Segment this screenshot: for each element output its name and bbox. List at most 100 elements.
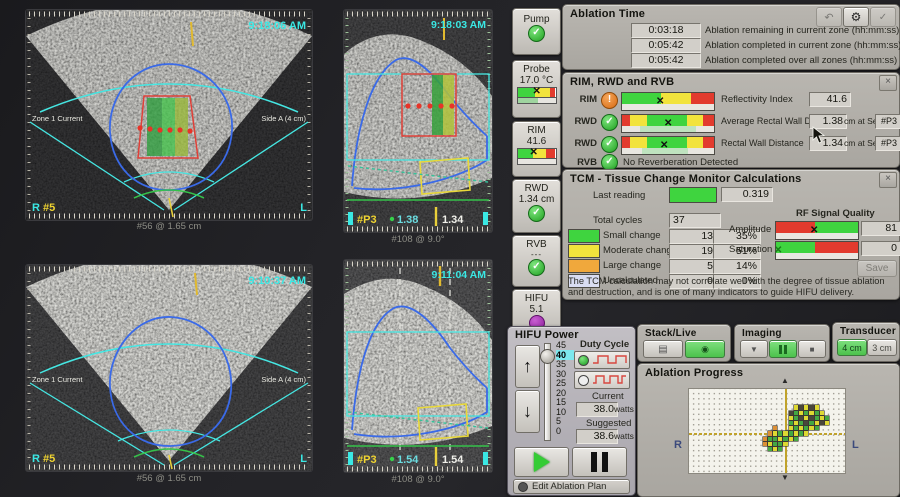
check-icon: ✓ [601,136,618,153]
distance-dot [390,457,394,461]
large-change-label: Large change [603,260,661,271]
rwd-row-label: RWD [567,138,597,149]
rim-range-bar: ✕ [517,148,557,159]
edit-ablation-plan-label: Edit Ablation Plan [532,481,606,492]
ablation-cell [794,437,798,441]
close-icon[interactable]: × [879,75,897,91]
ablation-cell [799,426,803,430]
tick-25: 25 [556,378,574,388]
hifu-version: 5.1 [513,304,560,315]
rwd-avg-row-label: RWD [567,116,597,127]
large-change-count: 5 [669,259,717,274]
timestamp: 9:10:37 AM [248,275,306,287]
hifu-power-panel: HIFU Power ↑ ↓ 45 40 35 30 25 20 15 10 5… [507,326,636,496]
rim-status-button[interactable]: RIM 41.6 ✕ [512,121,561,177]
ablation-cell [768,431,772,435]
time-completed-all-value: 0:05:42 [631,53,701,68]
imaging-pause-button[interactable] [769,340,797,358]
rwd-label: RWD [513,183,560,194]
ablation-cell [778,437,782,441]
pause-icon [591,452,608,472]
time-completed-all-label: Ablation completed over all zones (hh:mm… [705,55,897,66]
ablation-cell [783,442,787,446]
suggested-watts-unit: watts [614,431,634,441]
ablation-cell [789,426,793,430]
rf-signal-quality-title: RF Signal Quality [796,208,875,219]
ablation-cell [768,437,772,441]
stack-mode-button[interactable]: ▤ [643,340,683,358]
stop-icon: ■ [810,345,815,354]
transducer-4cm-button[interactable]: 4 cm [837,339,867,356]
check-icon: ✓ [528,259,545,276]
probe-status-button[interactable]: Probe 17.0 °C ✕ [512,60,561,118]
close-icon[interactable]: × [879,172,897,188]
probe-temp: 17.0 °C [513,75,560,86]
probe-icon [483,212,488,225]
rim-row-label: RIM [571,94,597,105]
time-completed-zone-label: Ablation completed in current zone (hh:m… [705,40,900,51]
undo-icon[interactable]: ↶ [816,7,842,27]
ultrasound-transverse-reference: 9:10:37 AM Zone 1 Current Side A (4 cm) … [26,265,312,471]
ablation-cell [815,421,819,425]
confirm-icon[interactable]: ✓ [870,7,896,27]
duty-cycle-option-1[interactable] [574,351,630,369]
total-cycles-value: 37 [669,213,721,228]
rvb-status-button[interactable]: RVB --- ✓ [512,235,561,287]
image-caption: #108 @ 9.0° [344,234,492,245]
saturation-value: 0 [861,241,900,256]
orient-right-label: R [32,202,40,214]
start-ablation-button[interactable] [514,447,569,477]
imaging-down-button[interactable]: ▼ [740,340,768,358]
play-icon [534,452,550,472]
edit-ablation-plan-button[interactable]: Edit Ablation Plan [513,479,630,494]
transducer-3cm-button[interactable]: 3 cm [867,339,897,356]
small-change-swatch [568,229,600,243]
rim-rwd-rvb-panel: RIM, RWD and RVB × RIM ! ✕ Reflectivity … [562,72,900,168]
tick-45: 45 [556,340,574,350]
zone-label: Zone 1 Current [32,114,83,123]
image-caption: #108 @ 9.0° [344,474,492,485]
ablation-cell [799,431,803,435]
probe-icon [348,212,353,225]
power-down-button[interactable]: ↓ [515,390,540,433]
image-caption: #56 @ 1.65 cm [26,221,312,232]
ablation-cell [825,416,829,420]
settings-gear-icon[interactable]: ⚙ [843,7,869,27]
ultrasound-sagittal-current: 9:18:03 AM #P3 1.38 1.34 [344,10,492,232]
panel-title: Imaging [742,328,782,339]
timestamp: 9:18:03 AM [431,19,486,31]
ablation-cell [820,421,824,425]
site-label: #5 [43,453,55,465]
ablation-cell [820,411,824,415]
ablation-cell [815,426,819,430]
stack-icon: ▤ [658,344,667,355]
live-mode-button[interactable]: ◉ [685,340,725,358]
ablation-cell [820,416,824,420]
pump-status-button[interactable]: Pump ✓ [512,8,561,55]
check-icon: ✓ [601,114,618,131]
large-change-swatch [568,259,600,273]
panel-title: Transducer [840,326,896,337]
small-change-count: 13 [669,229,717,244]
time-completed-zone-value: 0:05:42 [631,38,701,53]
check-icon: ✓ [528,205,545,222]
ablation-cell [799,405,803,409]
radio-icon [518,482,528,492]
square-wave-icon [592,354,628,366]
pause-ablation-button[interactable] [572,447,627,477]
save-button[interactable]: Save [857,260,897,277]
ablation-cell [789,416,793,420]
current-power-label: Current [592,391,624,402]
current-power-value: 38.0 [576,402,618,417]
rwd-status-button[interactable]: RWD 1.34 cm ✓ [512,179,561,233]
power-up-button[interactable]: ↑ [515,345,540,388]
duty-cycle-option-2[interactable] [574,371,630,389]
power-slider-knob[interactable] [540,349,555,364]
rvb-status-text: No Reverberation Detected [623,157,738,168]
last-reading-value: 0.319 [721,187,773,202]
tcm-panel: TCM - Tissue Change Monitor Calculations… [562,169,900,300]
saturation-label: Saturation [729,244,772,255]
transducer-panel: Transducer 4 cm 3 cm [832,322,900,362]
distance-1: 1.54 [397,454,419,466]
imaging-stop-button[interactable]: ■ [798,340,826,358]
